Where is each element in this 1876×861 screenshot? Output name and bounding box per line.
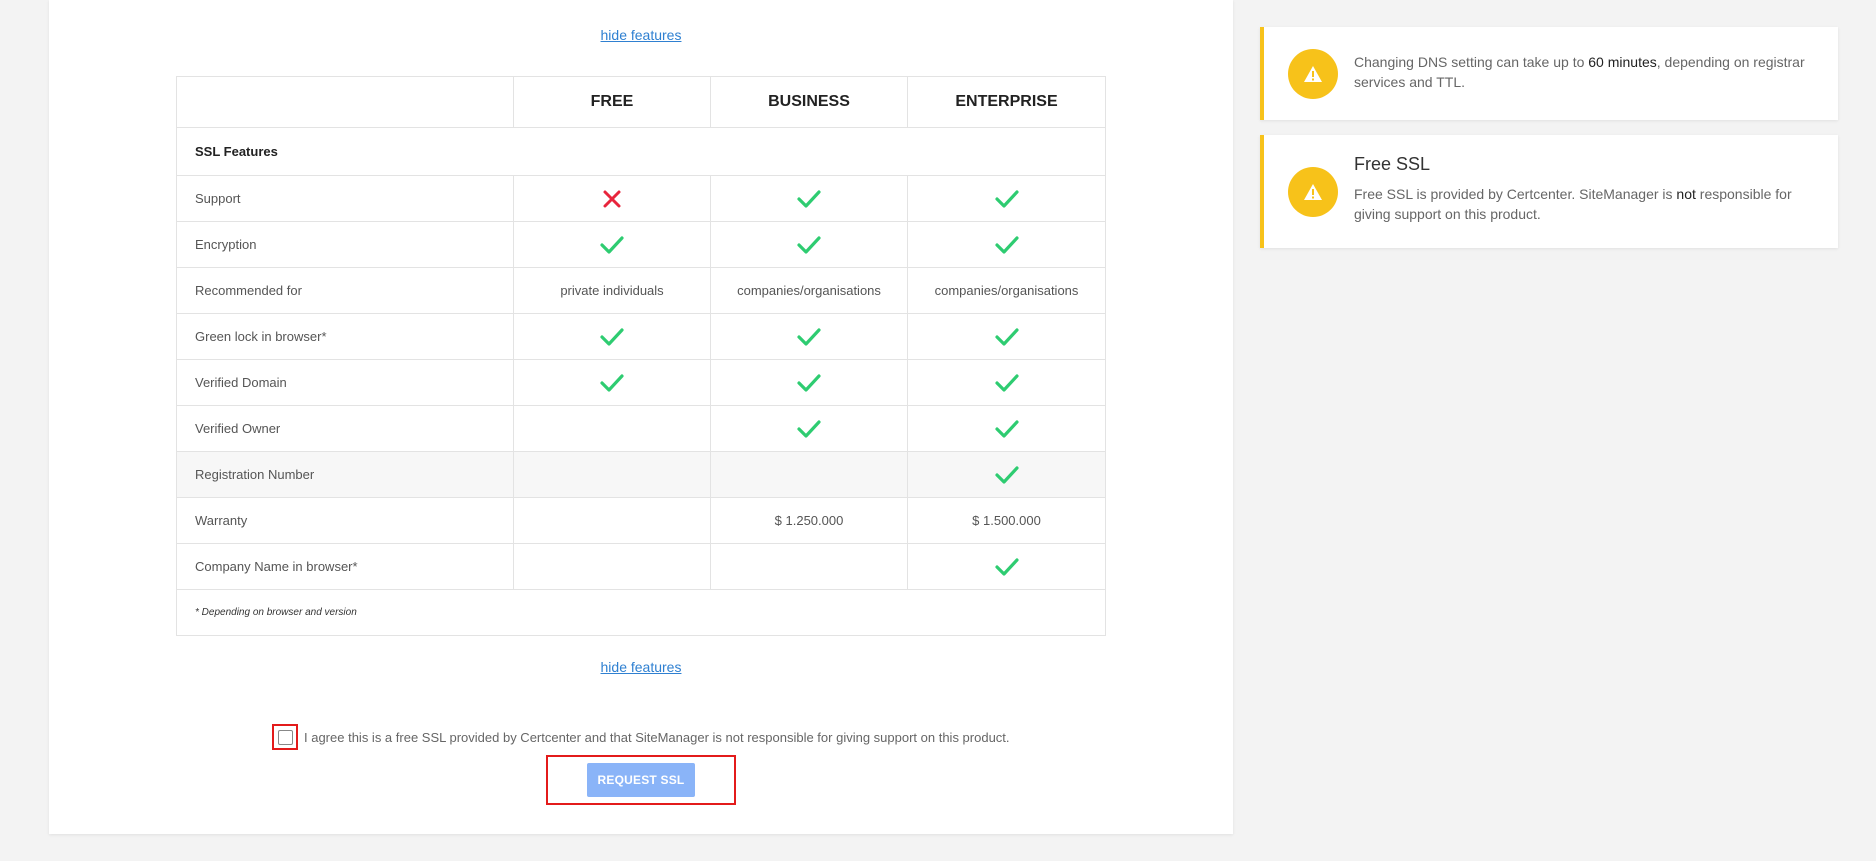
agreement-checkbox[interactable] — [277, 729, 293, 745]
check-icon — [907, 175, 1106, 222]
table-row: Warranty $ 1.250.000 $ 1.500.000 — [176, 497, 1106, 544]
table-row: Verified Domain — [176, 359, 1106, 406]
row-label: Verified Domain — [176, 359, 514, 406]
column-header-business: BUSINESS — [710, 76, 908, 128]
check-icon — [907, 313, 1106, 360]
free-ssl-title: Free SSL — [1354, 154, 1431, 174]
check-icon — [907, 221, 1106, 268]
section-row: SSL Features — [176, 127, 1106, 176]
row-label: Warranty — [176, 497, 514, 544]
dns-notice-bold: 60 minutes — [1588, 54, 1657, 70]
check-icon — [710, 405, 908, 452]
row-label: Verified Owner — [176, 405, 514, 452]
free-ssl-text: Free SSL is provided by Certcenter. Site… — [1354, 184, 1818, 224]
check-icon — [907, 451, 1106, 498]
free-ssl-notice-card: Free SSL Free SSL is provided by Certcen… — [1260, 135, 1838, 248]
table-row: Registration Number — [176, 451, 1106, 498]
cell-value: private individuals — [513, 267, 711, 314]
hide-features-link-bottom-wrap: hide features — [49, 659, 1233, 675]
hide-features-link-top: hide features — [49, 27, 1233, 43]
check-icon — [513, 313, 711, 360]
row-label: Registration Number — [176, 451, 514, 498]
table-row: Encryption — [176, 221, 1106, 268]
table-row: Green lock in browser* — [176, 313, 1106, 360]
check-icon — [907, 359, 1106, 406]
agreement-label[interactable]: I agree this is a free SSL provided by C… — [304, 730, 1010, 745]
request-ssl-button[interactable]: REQUEST SSL — [587, 763, 695, 797]
request-ssl-highlight: REQUEST SSL — [546, 755, 736, 805]
cell-value — [513, 405, 711, 452]
column-header-free: FREE — [513, 76, 711, 128]
ssl-features-table: FREE BUSINESS ENTERPRISE SSL Features Su… — [176, 76, 1106, 636]
cell-value — [513, 451, 711, 498]
check-icon — [513, 221, 711, 268]
column-header-enterprise: ENTERPRISE — [907, 76, 1106, 128]
check-icon — [907, 543, 1106, 590]
hide-features-link[interactable]: hide features — [601, 659, 682, 675]
agreement-row: I agree this is a free SSL provided by C… — [272, 722, 1010, 752]
dns-notice-text: Changing DNS setting can take up to 60 m… — [1354, 52, 1818, 92]
table-row: Company Name in browser* — [176, 543, 1106, 590]
row-label: Recommended for — [176, 267, 514, 314]
footnote-row: * Depending on browser and version — [176, 589, 1106, 636]
warning-icon — [1288, 49, 1338, 99]
check-icon — [710, 313, 908, 360]
footnote: * Depending on browser and version — [176, 589, 1106, 636]
dns-notice-card: Changing DNS setting can take up to 60 m… — [1260, 27, 1838, 120]
table-row: Support — [176, 175, 1106, 222]
check-icon — [907, 405, 1106, 452]
row-label: Encryption — [176, 221, 514, 268]
cell-value — [710, 543, 908, 590]
check-icon — [710, 221, 908, 268]
row-label: Company Name in browser* — [176, 543, 514, 590]
cell-value: $ 1.500.000 — [907, 497, 1106, 544]
row-label: Support — [176, 175, 514, 222]
free-ssl-text-part: Free SSL is provided by Certcenter. Site… — [1354, 186, 1677, 202]
check-icon — [710, 359, 908, 406]
hide-features-link[interactable]: hide features — [601, 27, 682, 43]
warning-icon — [1288, 167, 1338, 217]
table-header-empty — [176, 76, 514, 128]
agreement-checkbox-highlight — [272, 724, 298, 750]
row-label: Green lock in browser* — [176, 313, 514, 360]
dns-notice-text-part: Changing DNS setting can take up to — [1354, 54, 1589, 70]
free-ssl-bold: not — [1676, 186, 1696, 202]
check-icon — [513, 359, 711, 406]
cell-value — [513, 543, 711, 590]
table-row: Recommended for private individuals compan… — [176, 267, 1106, 314]
cross-icon — [513, 175, 711, 222]
cell-value: companies/organisations — [710, 267, 908, 314]
cell-value: $ 1.250.000 — [710, 497, 908, 544]
cell-value — [513, 497, 711, 544]
table-header-row: FREE BUSINESS ENTERPRISE — [176, 76, 1106, 128]
cell-value: companies/organisations — [907, 267, 1106, 314]
main-card: hide features FREE BUSINESS ENTERPRISE S… — [49, 0, 1233, 834]
check-icon — [710, 175, 908, 222]
table-row: Verified Owner — [176, 405, 1106, 452]
cell-value — [710, 451, 908, 498]
section-title: SSL Features — [176, 127, 1106, 176]
